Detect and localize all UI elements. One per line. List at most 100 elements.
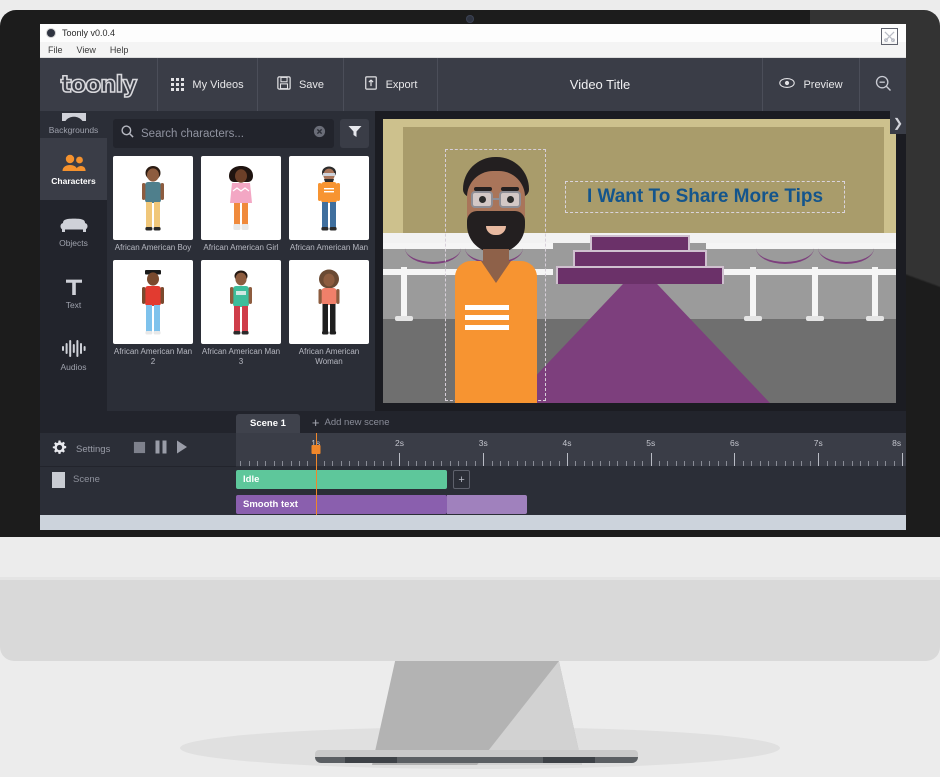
preview-button[interactable]: Preview bbox=[763, 58, 860, 111]
text-icon bbox=[64, 277, 84, 297]
app-toolbar: toonly My Videos Save Export Video Title… bbox=[40, 58, 906, 111]
ruler-minor-tick bbox=[809, 461, 811, 466]
character-thumbnail bbox=[289, 156, 369, 240]
sidebar-item-audios[interactable]: Audios bbox=[40, 324, 107, 386]
ruler-minor-tick bbox=[257, 461, 259, 466]
sidebar-label-audios: Audios bbox=[60, 361, 87, 372]
ruler-minor-tick bbox=[474, 461, 476, 466]
cut-icon[interactable] bbox=[881, 28, 898, 45]
clip-smooth-text-tail[interactable] bbox=[447, 495, 528, 514]
ruler-major-tick bbox=[734, 453, 736, 466]
stop-icon[interactable] bbox=[133, 441, 146, 459]
ruler-minor-tick bbox=[424, 461, 426, 466]
menu-item-view[interactable]: View bbox=[77, 45, 96, 55]
screenshot-root: Toonly v0.0.4 File View Help toonly My V… bbox=[0, 0, 940, 777]
sidebar-item-backgrounds[interactable]: Backgrounds bbox=[40, 111, 107, 138]
pause-icon[interactable] bbox=[155, 440, 167, 459]
ruler-minor-tick bbox=[675, 461, 677, 466]
character-figure bbox=[230, 270, 252, 335]
eye-icon bbox=[779, 77, 796, 92]
monitor-chin bbox=[0, 577, 940, 661]
clip-smooth-text[interactable]: Smooth text bbox=[236, 495, 448, 514]
character-card-4[interactable]: African American Man 3 bbox=[201, 260, 281, 367]
character-shirt-stripe bbox=[465, 315, 509, 320]
text-selection-box[interactable]: I Want To Share More Tips bbox=[565, 181, 845, 213]
timeline-controls: Settings bbox=[40, 433, 236, 467]
ruler-minor-tick bbox=[784, 461, 786, 466]
sidebar-item-objects[interactable]: Objects bbox=[40, 200, 107, 262]
audios-icon bbox=[61, 339, 87, 359]
library-search-row: Search characters... bbox=[113, 119, 369, 148]
video-canvas[interactable]: I Want To Share More Tips bbox=[383, 119, 896, 403]
timeline-track-header-scene: Scene bbox=[40, 28, 898, 492]
timeline-playhead[interactable] bbox=[311, 433, 321, 526]
ruler-minor-tick bbox=[391, 461, 393, 466]
ruler-minor-tick bbox=[365, 461, 367, 466]
clip-idle[interactable]: Idle bbox=[236, 470, 448, 489]
window-title: Toonly v0.0.4 bbox=[62, 28, 116, 38]
character-thumbnail bbox=[113, 156, 193, 240]
filter-button[interactable] bbox=[340, 119, 369, 148]
ruler-minor-tick bbox=[248, 461, 250, 466]
rope-post bbox=[812, 267, 818, 319]
logo-text: toonly bbox=[60, 71, 138, 99]
ruler-minor-tick bbox=[491, 461, 493, 466]
character-card-2[interactable]: African American Man bbox=[289, 156, 369, 253]
timeline-ruler[interactable]: 1s 2s 3s 4s 5s 6s 7s 8s bbox=[236, 433, 906, 467]
search-input[interactable]: Search characters... bbox=[113, 119, 334, 148]
scene-tab-1[interactable]: Scene 1 bbox=[236, 414, 300, 433]
export-button[interactable]: Export bbox=[344, 58, 438, 111]
canvas-area: I Want To Share More Tips ❯ bbox=[375, 111, 906, 411]
character-card-5[interactable]: African American Woman bbox=[289, 260, 369, 367]
ruler-minor-tick bbox=[767, 461, 769, 466]
playhead-handle[interactable] bbox=[311, 445, 321, 454]
ruler-minor-tick bbox=[508, 461, 510, 466]
menu-item-help[interactable]: Help bbox=[110, 45, 129, 55]
ruler-minor-tick bbox=[533, 461, 535, 466]
gear-icon[interactable] bbox=[52, 440, 67, 460]
stage-text-element: I Want To Share More Tips bbox=[586, 186, 824, 207]
character-card-0[interactable]: African American Boy bbox=[113, 156, 193, 253]
character-thumbnail bbox=[289, 260, 369, 344]
video-title-field[interactable]: Video Title bbox=[438, 58, 763, 111]
ruler-tick-7s: 7s bbox=[813, 438, 823, 448]
ruler-minor-tick bbox=[793, 461, 795, 466]
sidebar-item-text[interactable]: Text bbox=[40, 262, 107, 324]
rope-post-base bbox=[806, 316, 824, 321]
ruler-minor-tick bbox=[851, 461, 853, 466]
ruler-minor-tick bbox=[550, 461, 552, 466]
ruler-minor-tick bbox=[240, 461, 242, 466]
ruler-minor-tick bbox=[692, 461, 694, 466]
ruler-minor-tick bbox=[617, 461, 619, 466]
menu-item-file[interactable]: File bbox=[48, 45, 63, 55]
app-window: Toonly v0.0.4 File View Help toonly My V… bbox=[40, 24, 906, 530]
play-icon[interactable] bbox=[176, 440, 188, 459]
character-shirt-stripe bbox=[465, 325, 509, 330]
character-eye-left bbox=[479, 196, 486, 203]
timeline: Settings Scene 2s 3s 4s 5s 6s 7s 8s Idle… bbox=[40, 28, 906, 526]
ruler-minor-tick bbox=[441, 461, 443, 466]
sidebar-item-characters[interactable]: Characters bbox=[40, 138, 107, 200]
character-card-1[interactable]: African American Girl bbox=[201, 156, 281, 253]
character-card-3[interactable]: African American Man 2 bbox=[113, 260, 193, 367]
timeline-right-panel[interactable]: 1s 2s 3s 4s 5s 6s 7s 8s Idle + bbox=[236, 433, 906, 526]
chevron-right-icon[interactable]: ❯ bbox=[890, 111, 906, 134]
ruler-minor-tick bbox=[525, 461, 527, 466]
timeline-track-animation: Idle + bbox=[236, 467, 906, 492]
character-figure bbox=[142, 270, 164, 335]
app-logo[interactable]: toonly bbox=[40, 58, 158, 111]
ruler-tick-3s: 3s bbox=[478, 438, 488, 448]
ruler-tick-6s: 6s bbox=[729, 438, 739, 448]
my-videos-button[interactable]: My Videos bbox=[158, 58, 258, 111]
save-button[interactable]: Save bbox=[258, 58, 344, 111]
ruler-minor-tick bbox=[382, 461, 384, 466]
ruler-major-tick bbox=[901, 453, 903, 466]
add-animation-button[interactable]: + bbox=[453, 470, 471, 489]
character-thumbnail bbox=[201, 260, 281, 344]
add-new-scene-button[interactable]: + Add new scene bbox=[300, 416, 390, 433]
clear-icon[interactable] bbox=[313, 125, 326, 143]
zoom-out-button[interactable] bbox=[860, 58, 906, 111]
save-icon bbox=[277, 76, 291, 93]
menu-bar: File View Help bbox=[40, 42, 906, 58]
ruler-minor-tick bbox=[776, 461, 778, 466]
